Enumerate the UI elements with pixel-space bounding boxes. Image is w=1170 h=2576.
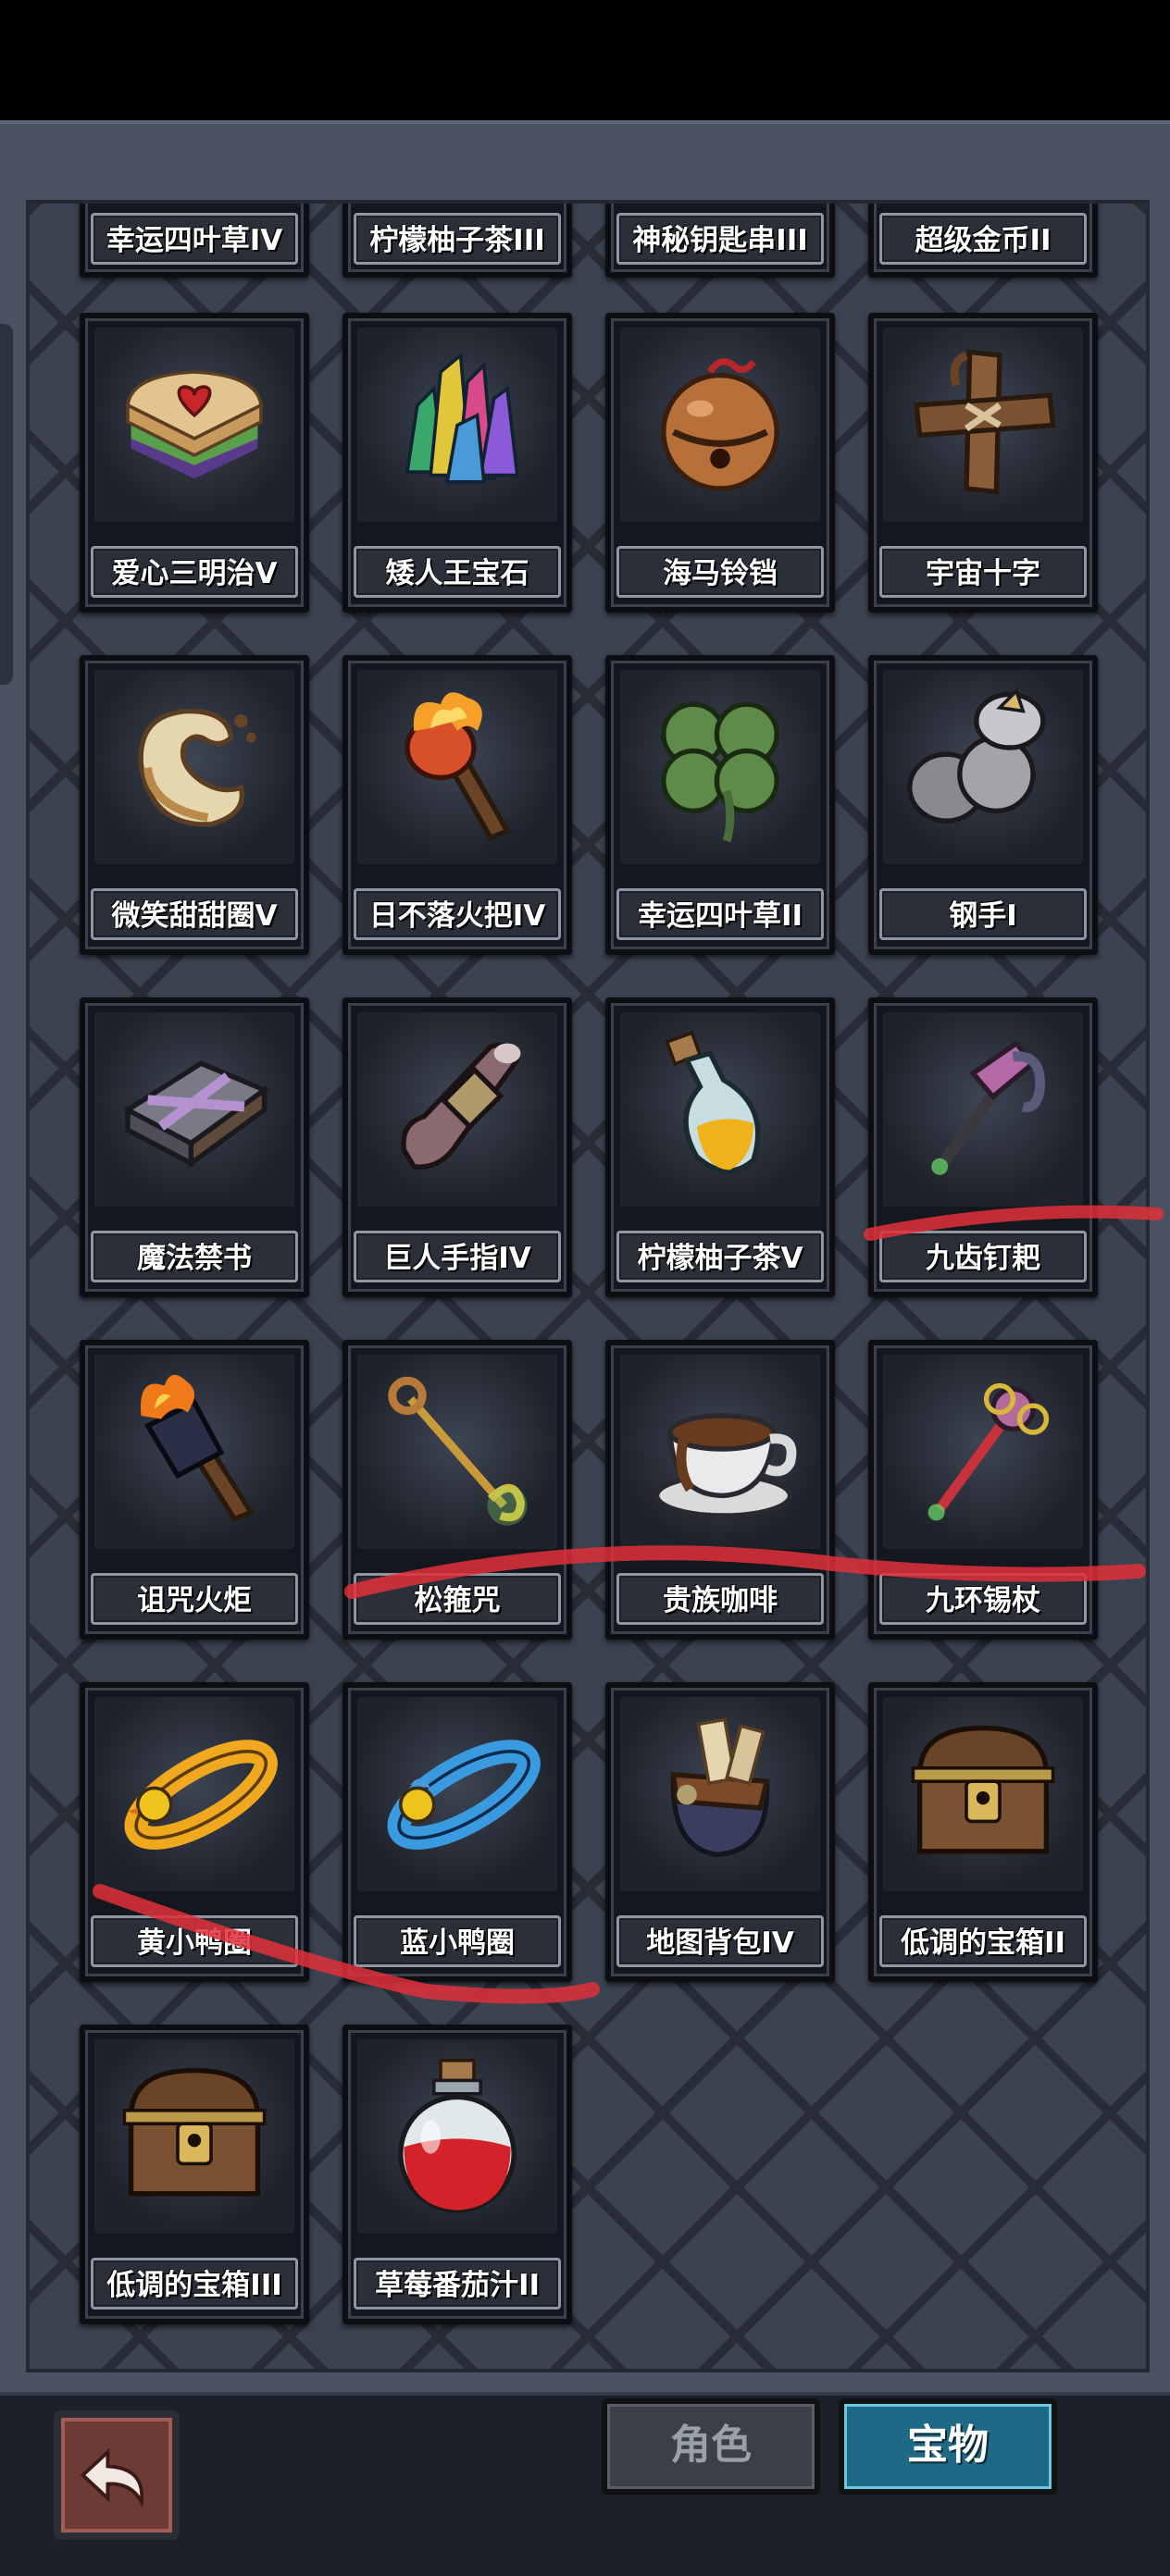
treasure-name: 诅咒火炬 (91, 1573, 298, 1625)
treasure-chest-icon (122, 2067, 267, 2197)
treasure-chest-icon (911, 1725, 1055, 1854)
treasure-card[interactable]: 低调的宝箱III (80, 2025, 309, 2324)
treasure-card[interactable]: 日不落火把IV (342, 655, 572, 955)
torch-icon (405, 692, 511, 841)
coffee-cup-icon (653, 1413, 797, 1518)
treasure-card[interactable]: 松箍咒 (342, 1340, 572, 1640)
side-edge-tab (0, 324, 13, 685)
wooden-cross-icon (914, 349, 1056, 495)
treasure-card[interactable]: 九齿钉耙 (868, 997, 1098, 1297)
treasure-name: 矮人王宝石 (354, 546, 561, 598)
treasure-name: 草莓番茄汁II (354, 2258, 561, 2310)
chained-book-icon (122, 1060, 270, 1169)
treasure-card[interactable]: 贵族咖啡 (605, 1340, 835, 1640)
treasure-card[interactable]: 矮人王宝石 (342, 313, 572, 613)
treasure-card[interactable]: 魔法禁书 (80, 997, 309, 1297)
red-potion-icon (398, 2059, 517, 2213)
treasure-name: 巨人手指IV (354, 1231, 561, 1282)
treasure-card[interactable]: 黄小鸭圈 (80, 1682, 309, 1982)
status-bar-area (0, 0, 1170, 120)
treasure-card[interactable]: 柠檬柚子茶III (342, 204, 572, 278)
donut-icon (138, 708, 256, 827)
treasure-name: 海马铃铛 (616, 546, 824, 598)
giant-finger-icon (401, 1042, 521, 1170)
treasure-name: 蓝小鸭圈 (354, 1915, 561, 1967)
treasure-card[interactable]: 爱心三明治V (80, 313, 309, 613)
tab-role[interactable]: 角色 (602, 2398, 820, 2495)
heart-sandwich-icon (126, 370, 263, 479)
treasure-name: 松箍咒 (354, 1573, 561, 1625)
treasure-card[interactable]: 幸运四叶草IV (80, 204, 309, 278)
treasure-name: 九齿钉耙 (879, 1231, 1087, 1282)
tab-treasure[interactable]: 宝物 (839, 2398, 1057, 2495)
potion-bottle-icon (665, 1030, 761, 1174)
treasure-card[interactable]: 诅咒火炬 (80, 1340, 309, 1640)
back-arrow-icon (80, 2447, 144, 2508)
ring-staff-icon (927, 1382, 1050, 1521)
treasure-name: 地图背包IV (616, 1915, 824, 1967)
treasure-name: 宇宙十字 (879, 546, 1087, 598)
treasure-card[interactable]: 九环锡杖 (868, 1340, 1098, 1640)
golden-staff-icon (388, 1376, 528, 1526)
treasure-name: 超级金币II (879, 213, 1087, 265)
treasure-card[interactable]: 微笑甜甜圈V (80, 655, 309, 955)
bell-icon (661, 358, 779, 491)
treasure-card[interactable]: 幸运四叶草II (605, 655, 835, 955)
treasure-name: 魔法禁书 (91, 1231, 298, 1282)
treasure-card[interactable]: 蓝小鸭圈 (342, 1682, 572, 1982)
treasure-grid-panel[interactable]: 幸运四叶草IV 柠檬柚子茶III 神秘钥匙串III 超级金币II 爱心三明治V (26, 200, 1150, 2372)
treasure-name: 爱心三明治V (91, 546, 298, 598)
treasure-card[interactable]: 超级金币II (868, 204, 1098, 278)
treasure-card[interactable]: 柠檬柚子茶V (605, 997, 835, 1297)
treasure-name: 柠檬柚子茶V (616, 1231, 824, 1282)
treasure-card[interactable]: 草莓番茄汁II (342, 2025, 572, 2324)
treasure-name: 柠檬柚子茶III (354, 213, 561, 265)
treasure-card[interactable]: 地图背包IV (605, 1682, 835, 1982)
cursed-torch-icon (141, 1374, 255, 1522)
treasure-card[interactable]: 神秘钥匙串III (605, 204, 835, 278)
treasure-name: 钢手I (879, 888, 1087, 940)
treasure-name: 贵族咖啡 (616, 1573, 824, 1625)
treasure-card[interactable]: 低调的宝箱II (868, 1682, 1098, 1982)
treasure-name: 神秘钥匙串III (616, 213, 824, 265)
crystal-gem-icon (405, 352, 519, 484)
treasure-name: 九环锡杖 (879, 1573, 1087, 1625)
treasure-name: 低调的宝箱II (879, 1915, 1087, 1967)
treasure-name: 黄小鸭圈 (91, 1915, 298, 1967)
treasure-card[interactable]: 宇宙十字 (868, 313, 1098, 613)
treasure-card[interactable]: 巨人手指IV (342, 997, 572, 1297)
back-button[interactable] (54, 2410, 180, 2540)
clover-icon (661, 701, 779, 843)
treasure-card[interactable]: 海马铃铛 (605, 313, 835, 613)
map-backpack-icon (670, 1717, 770, 1858)
yellow-duck-ring-icon (124, 1740, 278, 1851)
treasure-card[interactable]: 钢手I (868, 655, 1098, 955)
treasure-name: 幸运四叶草IV (91, 213, 298, 265)
treasure-name: 低调的宝箱III (91, 2258, 298, 2310)
treasure-name: 幸运四叶草II (616, 888, 824, 940)
treasure-name: 日不落火把IV (354, 888, 561, 940)
steel-gauntlet-icon (907, 687, 1046, 824)
treasure-name: 微笑甜甜圈V (91, 888, 298, 940)
blue-duck-ring-icon (387, 1740, 541, 1851)
rake-icon (931, 1039, 1045, 1175)
